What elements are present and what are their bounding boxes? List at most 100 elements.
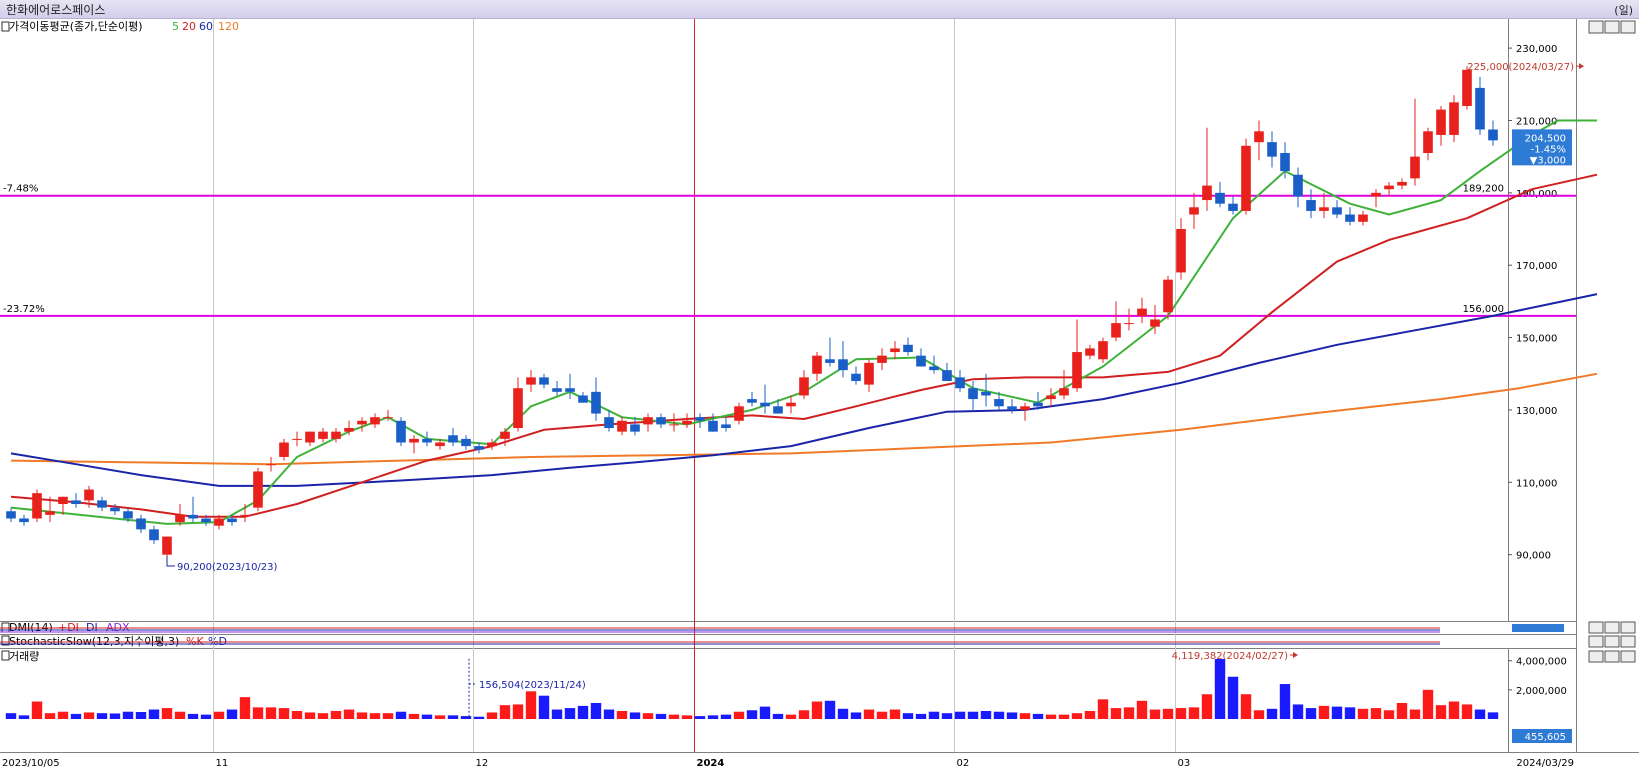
volume-bar[interactable] (330, 710, 342, 719)
close-pane-button[interactable] (1620, 650, 1636, 663)
price-legend[interactable]: 가격이동평균(종가,단순이평) 5 20 60 120 (1, 20, 239, 33)
close-pane-button[interactable] (1620, 621, 1636, 634)
volume-bar[interactable] (317, 713, 329, 719)
volume-bar[interactable] (1396, 702, 1408, 719)
volume-bar[interactable] (564, 708, 576, 719)
volume-bar[interactable] (239, 697, 251, 719)
volume-bar[interactable] (759, 706, 771, 719)
volume-bar[interactable] (915, 713, 927, 719)
volume-bar[interactable] (811, 701, 823, 719)
price-pane-controls[interactable] (1588, 20, 1636, 34)
volume-bar[interactable] (590, 702, 602, 719)
volume-bar[interactable] (733, 711, 745, 719)
volume-bar[interactable] (1175, 708, 1187, 719)
volume-bar[interactable] (499, 705, 511, 719)
maximize-pane-button[interactable] (1604, 20, 1620, 34)
volume-bar[interactable] (1318, 705, 1330, 719)
maximize-pane-button[interactable] (1604, 650, 1620, 663)
volume-bar[interactable] (681, 715, 693, 719)
volume-bar[interactable] (655, 713, 667, 719)
maximize-pane-button[interactable] (1604, 621, 1620, 634)
candle[interactable] (32, 489, 42, 523)
volume-bar[interactable] (525, 691, 537, 719)
volume-bar[interactable] (707, 715, 719, 719)
minimize-pane-button[interactable] (1588, 20, 1604, 34)
volume-bar[interactable] (1188, 707, 1200, 719)
volume-bar[interactable] (1487, 712, 1499, 719)
volume-bar[interactable] (694, 716, 706, 719)
volume-bar[interactable] (1201, 694, 1213, 719)
volume-bar[interactable] (1019, 713, 1031, 719)
volume-bar[interactable] (1227, 676, 1239, 719)
volume-bar[interactable] (889, 709, 901, 719)
minimize-pane-button[interactable] (1588, 635, 1604, 648)
volume-bar[interactable] (837, 708, 849, 719)
volume-bar[interactable] (460, 716, 472, 719)
volume-bar[interactable] (629, 712, 641, 719)
volume-bar[interactable] (200, 714, 212, 719)
volume-bar[interactable] (798, 710, 810, 719)
stock-chart[interactable]: 가격이동평균(종가,단순이평) 5 20 60 120 DMI(14) +DI … (0, 0, 1639, 769)
volume-bar[interactable] (434, 715, 446, 719)
volume-bar[interactable] (850, 712, 862, 719)
volume-bar[interactable] (278, 708, 290, 719)
volume-bar[interactable] (1474, 709, 1486, 719)
volume-bar[interactable] (1422, 689, 1434, 719)
volume-bar[interactable] (746, 710, 758, 719)
volume-bar[interactable] (486, 712, 498, 719)
candle[interactable] (396, 417, 406, 447)
volume-bar[interactable] (1240, 694, 1252, 719)
volume-bar[interactable] (616, 710, 628, 719)
volume-bar[interactable] (265, 707, 277, 719)
volume-bar[interactable] (876, 711, 888, 719)
volume-bar[interactable] (1357, 708, 1369, 719)
volume-bar[interactable] (31, 701, 43, 719)
volume-bar[interactable] (226, 709, 238, 719)
volume-bar[interactable] (954, 711, 966, 719)
volume-bar[interactable] (1266, 708, 1278, 719)
minimize-pane-button[interactable] (1588, 621, 1604, 634)
volume-bar[interactable] (1058, 714, 1070, 719)
volume-bar[interactable] (135, 712, 147, 719)
volume-legend[interactable]: 거래량 (1, 650, 39, 663)
volume-bar[interactable] (1084, 710, 1096, 719)
stochastic-pane-controls[interactable] (1588, 635, 1636, 648)
volume-bar[interactable] (980, 710, 992, 719)
volume-bar[interactable] (1409, 709, 1421, 719)
volume-bar[interactable] (395, 711, 407, 719)
volume-bar[interactable] (1071, 713, 1083, 719)
candle[interactable] (1241, 138, 1251, 215)
volume-bar[interactable] (967, 711, 979, 719)
volume-bar[interactable] (382, 713, 394, 719)
volume-bar[interactable] (122, 711, 134, 719)
volume-bar[interactable] (213, 711, 225, 719)
volume-bar[interactable] (187, 713, 199, 719)
volume-bar[interactable] (668, 714, 680, 719)
volume-bar[interactable] (408, 713, 420, 719)
volume-bar[interactable] (369, 713, 381, 719)
volume-bar[interactable] (1292, 704, 1304, 719)
volume-bar[interactable] (18, 715, 30, 719)
volume-bar[interactable] (1435, 705, 1447, 719)
volume-bar[interactable] (512, 704, 524, 719)
volume-bar[interactable] (863, 709, 875, 719)
volume-bar[interactable] (70, 713, 82, 719)
candle[interactable] (1098, 337, 1108, 363)
volume-bar[interactable] (603, 709, 615, 719)
volume-bar[interactable] (421, 714, 433, 719)
volume-bar[interactable] (174, 711, 186, 719)
volume-bar[interactable] (720, 714, 732, 719)
close-pane-button[interactable] (1620, 20, 1636, 34)
volume-bar[interactable] (1149, 709, 1161, 719)
volume-bar[interactable] (447, 715, 459, 719)
close-pane-button[interactable] (1620, 635, 1636, 648)
volume-bar[interactable] (551, 709, 563, 719)
volume-bar[interactable] (1045, 714, 1057, 719)
volume-bar[interactable] (538, 695, 550, 719)
volume-bar[interactable] (356, 712, 368, 719)
volume-bar[interactable] (1383, 710, 1395, 719)
volume-bar[interactable] (83, 712, 95, 719)
dmi-pane-controls[interactable] (1588, 621, 1636, 634)
volume-bar[interactable] (642, 713, 654, 719)
volume-pane-controls[interactable] (1588, 650, 1636, 663)
